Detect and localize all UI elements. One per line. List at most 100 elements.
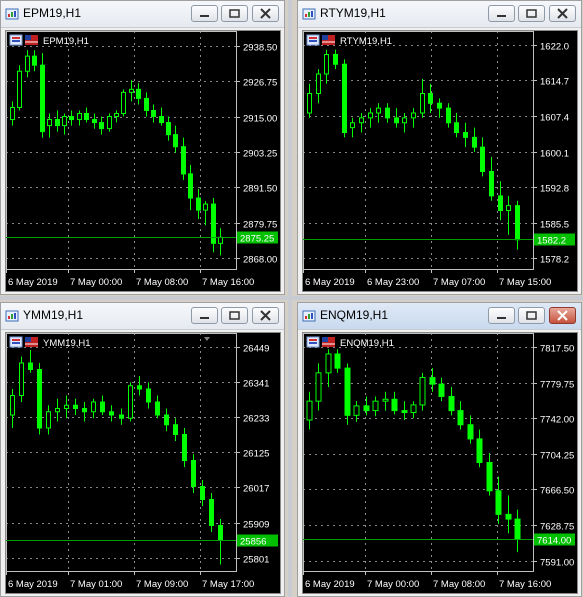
candle [82,402,87,422]
plot-frame [303,31,534,270]
y-tick-label: 2891.50 [243,184,277,195]
chart-window-icon [302,310,316,322]
candle [129,80,134,102]
candle [211,198,216,253]
y-tick-label: 7666.50 [540,486,574,497]
candle [17,65,22,111]
restore-button[interactable] [518,5,545,22]
candle [437,98,442,118]
y-tick-label: 25909 [243,520,269,531]
title-bar[interactable]: EPM19,H1 [1,1,284,28]
chart-window-ymm19[interactable]: YMM19,H1 26449 26341 26233 26125 26017 25909 25… [0,302,285,597]
candle [128,382,133,422]
symbol-label: YMM19,H1 [43,338,91,349]
candle [342,59,347,138]
window-title: ENQM19,H1 [320,308,389,322]
shift-marker-icon[interactable] [204,337,210,341]
chart-area[interactable]: 7817.50 7779.75 7742.00 7704.25 7666.50 7628.… [302,332,578,594]
candlestick-chart: 7817.50 7779.75 7742.00 7704.25 7666.50 7628.… [303,333,575,590]
candle [394,108,399,128]
symbol-label: EPM19,H1 [43,36,89,47]
window-title: YMM19,H1 [23,308,84,322]
chart-area[interactable]: 2938.50 2926.75 2915.00 2903.25 2891.50 2879.… [5,30,281,292]
x-tick-label: 7 May 16:00 [499,579,551,590]
restore-button[interactable] [518,307,545,324]
close-button[interactable] [549,307,576,324]
close-icon [260,8,271,19]
y-tick-label: 7704.25 [540,451,574,462]
chart-area[interactable]: 1622.0 1614.7 1607.4 1600.1 1592.8 1585.5 1578… [302,30,578,292]
minimize-button[interactable] [191,5,218,22]
close-button[interactable] [252,307,279,324]
candle [164,408,169,432]
close-icon [557,310,568,321]
minimize-button[interactable] [488,307,515,324]
candle [446,103,451,128]
y-tick-label: 1607.4 [540,113,569,124]
candlestick-chart: 2938.50 2926.75 2915.00 2903.25 2891.50 2879.… [6,31,278,288]
chart-window-icon [9,34,23,46]
candle [476,429,483,468]
close-button[interactable] [549,5,576,22]
title-bar[interactable]: YMM19,H1 [1,303,284,330]
candle [55,110,60,132]
candle [429,368,436,392]
horizontal-splitter[interactable] [0,296,583,300]
y-tick-label: 1622.0 [540,42,569,53]
window-title: RTYM19,H1 [320,6,386,20]
candle [218,519,223,565]
y-tick-label: 26233 [243,414,269,425]
x-tick-label: 6 May 2019 [8,579,58,590]
candle [438,377,445,402]
candle [350,117,355,138]
candle [119,408,124,425]
candle [182,428,187,467]
x-tick-label: 6 May 2019 [305,579,355,590]
chart-window-rtym19[interactable]: RTYM19,H1 1622.0 1614.7 1607.4 1600.1 1592.8 1… [297,0,582,295]
candle [315,363,322,411]
candle [472,127,477,152]
title-bar[interactable]: RTYM19,H1 [298,1,581,28]
candle [325,349,332,388]
candle [10,101,15,126]
last-price-label: 1582.2 [537,236,566,247]
symbol-header: YMM19,H1 [9,336,91,349]
chart-window-enqm19[interactable]: ENQM19,H1 7817.50 7779.75 7742.00 7704.25 766… [297,302,582,597]
candle [428,83,433,113]
minimize-button[interactable] [488,5,515,22]
restore-button[interactable] [221,307,248,324]
minimize-icon [497,317,506,319]
chart-area[interactable]: 26449 26341 26233 26125 26017 25909 25801 6 May… [5,332,281,594]
y-tick-label: 7591.00 [540,558,574,569]
candle [411,108,416,128]
flag-icon [25,337,38,347]
y-tick-label: 1578.2 [540,255,569,266]
x-tick-label: 7 May 00:00 [70,277,122,288]
candle [77,110,82,126]
candle [505,495,512,534]
y-tick-label: 26341 [243,379,269,390]
candle [144,92,149,117]
y-tick-label: 2903.25 [243,149,277,160]
y-tick-label: 2879.75 [243,220,277,231]
x-tick-label: 7 May 07:00 [433,277,485,288]
candle [136,83,141,105]
chart-window-epm19[interactable]: EPM19,H1 2938.50 2926.75 2915.00 2903.25 2891… [0,0,285,295]
chart-window-icon [302,8,316,20]
candle [166,116,171,141]
candle [64,395,69,419]
title-bar[interactable]: ENQM19,H1 [298,303,581,330]
symbol-header: EPM19,H1 [9,34,89,47]
y-tick-label: 1614.7 [540,77,569,88]
x-tick-label: 7 May 17:00 [202,579,254,590]
minimize-button[interactable] [191,307,218,324]
candle [515,200,520,250]
minimize-icon [200,317,209,319]
candle [32,50,37,72]
y-tick-label: 26125 [243,449,269,460]
restore-button[interactable] [221,5,248,22]
close-button[interactable] [252,5,279,22]
x-tick-label: 7 May 08:00 [433,579,485,590]
candle [107,113,112,132]
restore-icon [526,311,537,320]
